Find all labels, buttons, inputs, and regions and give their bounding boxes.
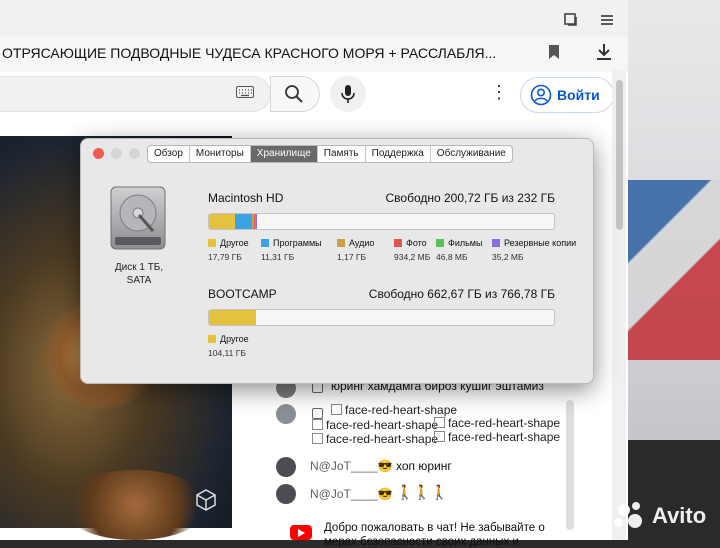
menu-icon[interactable] bbox=[598, 12, 616, 30]
legend-label: Другое bbox=[220, 238, 249, 248]
avatar bbox=[276, 404, 296, 424]
legend-swatch bbox=[436, 239, 444, 247]
legend-size: 46,8 МБ bbox=[436, 252, 468, 262]
disk-label-line: Диск 1 ТБ, bbox=[114, 262, 164, 273]
avito-logo-dot bbox=[632, 502, 640, 510]
microphone-icon bbox=[341, 85, 355, 103]
avito-brand: Avito bbox=[652, 503, 707, 528]
legend-swatch bbox=[492, 239, 500, 247]
broken-emoji-image: face-red-heart-shape bbox=[331, 403, 457, 417]
tab-bar: Обзор Мониторы Хранилище Память Поддержк… bbox=[147, 145, 513, 163]
storage-segment bbox=[235, 214, 253, 229]
voice-search-button[interactable] bbox=[330, 76, 366, 112]
signin-label: Войти bbox=[557, 87, 600, 103]
avito-logo-dot bbox=[628, 514, 642, 528]
legend-size: 35,2 МБ bbox=[492, 252, 524, 262]
storage-segment bbox=[209, 214, 236, 229]
minimize-button[interactable] bbox=[111, 148, 122, 159]
avito-watermark: Avito bbox=[612, 500, 712, 532]
legend-size: 104,11 ГБ bbox=[208, 348, 246, 358]
legend-item: Резервные копии bbox=[492, 238, 576, 248]
search-icon bbox=[285, 85, 303, 103]
youtube-icon bbox=[290, 525, 312, 540]
tab-displays[interactable]: Мониторы bbox=[190, 146, 251, 162]
legend-item: Аудио bbox=[337, 238, 374, 248]
volume-free-space: Свободно 662,67 ГБ из 766,78 ГБ bbox=[368, 287, 555, 301]
tab-service[interactable]: Обслуживание bbox=[431, 146, 512, 162]
avatar bbox=[276, 457, 296, 477]
cube-watermark-icon bbox=[196, 489, 216, 511]
legend-swatch bbox=[261, 239, 269, 247]
tab-memory[interactable]: Память bbox=[318, 146, 366, 162]
legend-item: Фильмы bbox=[436, 238, 482, 248]
video-coral bbox=[60, 470, 210, 540]
close-button[interactable] bbox=[93, 148, 104, 159]
signin-button[interactable]: Войти bbox=[520, 77, 614, 113]
page-scrollbar-thumb[interactable] bbox=[616, 80, 623, 230]
browser-top-bar bbox=[0, 0, 628, 36]
avatar bbox=[276, 484, 296, 504]
legend-label: Фото bbox=[406, 238, 427, 248]
broken-emoji-image: face-red-heart-shape bbox=[434, 416, 560, 430]
legend-label: Резервные копии bbox=[504, 238, 577, 248]
volume-name: Macintosh HD bbox=[208, 191, 284, 205]
download-icon[interactable] bbox=[594, 42, 614, 62]
more-options-icon[interactable]: ⋮ bbox=[490, 82, 508, 106]
disk-label-line: SATA bbox=[126, 275, 152, 286]
account-icon bbox=[530, 84, 552, 106]
chat-welcome-line: Добро пожаловать в чат! Не забывайте о bbox=[324, 522, 545, 534]
legend-item: Программы bbox=[261, 238, 322, 248]
legend-size: 17,79 ГБ bbox=[208, 252, 242, 262]
zoom-button[interactable] bbox=[129, 148, 140, 159]
reader-icon[interactable] bbox=[562, 12, 580, 30]
legend-item: Фото bbox=[394, 238, 427, 248]
legend-size: 934,2 МБ bbox=[394, 252, 431, 262]
video-title: ОТРЯСАЮЩИЕ ПОДВОДНЫЕ ЧУДЕСА КРАСНОГО МОР… bbox=[2, 45, 497, 61]
hard-drive-icon bbox=[110, 186, 166, 250]
background-flag bbox=[628, 180, 720, 360]
volume-free-space: Свободно 200,72 ГБ из 232 ГБ bbox=[385, 191, 555, 205]
bookmark-icon[interactable] bbox=[548, 45, 560, 59]
volume-name: BOOTCAMP bbox=[208, 287, 277, 301]
storage-segment bbox=[256, 214, 258, 229]
legend-swatch bbox=[337, 239, 345, 247]
title-bar: ОТРЯСАЮЩИЕ ПОДВОДНЫЕ ЧУДЕСА КРАСНОГО МОР… bbox=[0, 36, 628, 73]
legend-swatch bbox=[208, 239, 216, 247]
legend-size: 11,31 ГБ bbox=[261, 252, 295, 262]
legend-swatch bbox=[394, 239, 402, 247]
avito-logo-dot bbox=[614, 518, 623, 527]
tab-storage[interactable]: Хранилище bbox=[250, 146, 318, 162]
disk-label: Диск 1 ТБ, SATA bbox=[91, 261, 187, 287]
storage-segment bbox=[209, 310, 256, 325]
chat-scrollbar[interactable] bbox=[566, 400, 574, 530]
legend-label: Фильмы bbox=[448, 238, 483, 248]
search-input[interactable] bbox=[0, 76, 271, 112]
search-button[interactable] bbox=[270, 76, 320, 112]
legend-label: Программы bbox=[273, 238, 322, 248]
storage-usage-bar bbox=[208, 213, 555, 230]
legend-size: 1,17 ГБ bbox=[337, 252, 367, 262]
broken-emoji-image: face-red-heart-shape bbox=[434, 430, 560, 444]
about-this-mac-window: Обзор Мониторы Хранилище Память Поддержк… bbox=[80, 138, 594, 384]
chat-message: 🚶🚶🚶 bbox=[396, 484, 449, 500]
legend-label: Другое bbox=[220, 334, 249, 344]
chat-message: хоп юринг bbox=[396, 459, 452, 473]
broken-emoji-image: face-red-heart-shape bbox=[312, 432, 438, 446]
broken-emoji-image: face-red-heart-shape bbox=[312, 418, 438, 432]
legend-item: Другое bbox=[208, 334, 249, 344]
keyboard-icon[interactable] bbox=[236, 86, 254, 98]
legend-item: Другое bbox=[208, 238, 249, 248]
chat-author: N@JoT____😎 bbox=[310, 487, 393, 501]
chat-welcome-line: мерах безопасности своих данных и bbox=[324, 536, 519, 548]
tab-overview[interactable]: Обзор bbox=[148, 146, 190, 162]
legend-label: Аудио bbox=[349, 238, 375, 248]
legend-swatch bbox=[208, 335, 216, 343]
storage-usage-bar bbox=[208, 309, 555, 326]
avito-logo-dot bbox=[618, 504, 630, 516]
chat-author: N@JoT____😎 bbox=[310, 459, 393, 473]
tab-support[interactable]: Поддержка bbox=[366, 146, 431, 162]
